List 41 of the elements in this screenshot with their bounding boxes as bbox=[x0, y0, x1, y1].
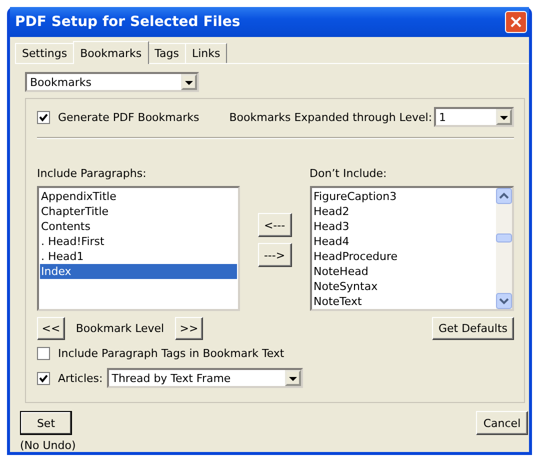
list-item[interactable]: NoteSyntax bbox=[312, 279, 495, 294]
tab[interactable]: Links bbox=[184, 43, 228, 63]
checkbox-label: Include Paragraph Tags in Bookmark Text bbox=[58, 347, 284, 360]
window-title: PDF Setup for Selected Files bbox=[15, 14, 240, 30]
level-dropdown[interactable]: 1 bbox=[434, 107, 514, 127]
bookmark-level-label: Bookmark Level bbox=[74, 322, 166, 335]
list-item[interactable]: HeadProcedure bbox=[312, 249, 495, 264]
articles-dropdown[interactable]: Thread by Text Frame bbox=[106, 368, 303, 388]
list-item[interactable]: FigureCaption3 bbox=[312, 189, 495, 204]
list-item[interactable]: Head4 bbox=[312, 234, 495, 249]
no-undo-note: (No Undo) bbox=[20, 439, 76, 452]
move-button[interactable]: <--- bbox=[258, 213, 292, 237]
tab[interactable]: Bookmarks bbox=[73, 41, 149, 64]
list-item[interactable]: AppendixTitle bbox=[40, 189, 237, 204]
previous-level-button[interactable]: << bbox=[37, 317, 65, 340]
list-item[interactable]: NoteHead bbox=[312, 264, 495, 279]
checkbox[interactable] bbox=[37, 347, 50, 360]
list-label: Include Paragraphs: bbox=[37, 167, 148, 180]
list-item[interactable]: . Head!First bbox=[40, 234, 237, 249]
set-button[interactable]: Set bbox=[20, 411, 72, 435]
tab[interactable]: Settings bbox=[15, 43, 74, 63]
checkbox[interactable] bbox=[37, 372, 50, 384]
list-item[interactable]: NoteText bbox=[312, 294, 495, 309]
list-item[interactable]: Index bbox=[40, 264, 237, 279]
close-icon[interactable] bbox=[505, 11, 527, 33]
level-label: Bookmarks Expanded through Level: bbox=[229, 110, 432, 124]
cancel-button[interactable]: Cancel bbox=[476, 411, 528, 435]
list-item[interactable]: Contents bbox=[40, 219, 237, 234]
move-button[interactable]: ---> bbox=[258, 243, 292, 267]
checkbox-label: Generate PDF Bookmarks bbox=[58, 110, 200, 124]
get-defaults-button[interactable]: Get Defaults bbox=[432, 317, 514, 340]
checkbox[interactable] bbox=[37, 110, 50, 124]
list-label: Don’t Include: bbox=[310, 167, 388, 180]
list-item[interactable]: Head3 bbox=[312, 219, 495, 234]
list-item[interactable]: . Head1 bbox=[40, 249, 237, 264]
list-item[interactable]: ChapterTitle bbox=[40, 204, 237, 219]
list-item[interactable]: Head2 bbox=[312, 204, 495, 219]
next-level-button[interactable]: >> bbox=[175, 317, 203, 340]
scrollbar-drawing[interactable] bbox=[496, 188, 512, 309]
section-dropdown[interactable]: Bookmarks bbox=[25, 72, 199, 92]
checkbox-label: Articles: bbox=[58, 372, 103, 384]
